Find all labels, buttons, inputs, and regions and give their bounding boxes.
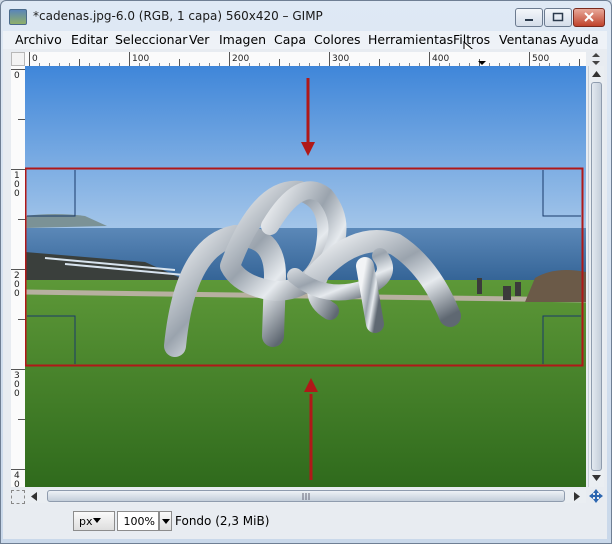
grass-lawn [25,280,586,487]
window-title: *cadenas.jpg-6.0 (RGB, 1 capa) 560x420 –… [33,9,323,23]
vertical-scrollbar[interactable] [588,66,604,487]
vertical-ruler-ticks: 0 100 200 300 40 [11,69,25,487]
svg-text:0: 0 [14,71,20,81]
zoom-input[interactable]: 100% [117,511,159,531]
menu-herramientas[interactable]: Herramientas [368,32,453,47]
menu-bar: Archivo Editar Seleccionar Ver Imagen Ca… [3,31,607,58]
title-bar[interactable]: *cadenas.jpg-6.0 (RGB, 1 capa) 560x420 –… [1,1,611,31]
hruler-label-300: 300 [332,54,349,64]
maximize-icon [552,12,564,22]
horizontal-ruler[interactable]: 0 100 200 300 400 500 [25,52,586,67]
scroll-grip-icon [302,493,310,500]
maximize-button[interactable] [544,8,572,27]
horizontal-scroll-row [3,487,607,505]
minimize-button[interactable] [515,8,543,27]
svg-text:0: 0 [14,480,20,487]
status-bar: px 100% Fondo (2,3 MiB) [3,507,607,537]
chevron-down-icon [93,518,101,523]
hruler-label-100: 100 [132,54,149,64]
zoom-dropdown-button[interactable] [159,511,172,531]
svg-text:0: 0 [14,289,20,299]
menu-ver[interactable]: Ver [189,32,209,47]
menu-imagen[interactable]: Imagen [219,32,266,47]
navigate-icon[interactable] [589,489,603,503]
scroll-up-icon[interactable] [592,70,601,78]
vruler-label-100: 100 [14,171,20,199]
horizontal-scroll-thumb[interactable] [47,490,565,502]
hruler-label-0: 0 [32,54,38,64]
horizontal-ruler-ticks: 0 100 200 300 400 500 [29,52,580,66]
minimize-icon [525,19,533,21]
vruler-label-300: 300 [14,371,20,399]
menu-archivo[interactable]: Archivo [15,32,62,47]
menu-capa[interactable]: Capa [274,32,306,47]
svg-text:0: 0 [14,189,20,199]
scroll-right-icon[interactable] [573,492,581,501]
horizontal-scrollbar[interactable] [25,489,586,503]
hruler-label-500: 500 [532,54,549,64]
vruler-label-0: 0 [14,71,20,81]
vruler-label-400: 40 [14,471,20,487]
canvas-drawing [25,66,586,487]
vertical-ruler[interactable]: 0 100 200 300 40 [11,66,26,487]
menu-ayuda[interactable]: Ayuda [560,32,599,47]
scroll-left-icon[interactable] [30,492,38,501]
close-icon [584,12,594,22]
zoom-to-window-icon[interactable] [589,52,603,66]
close-button[interactable] [573,8,605,27]
menu-ventanas[interactable]: Ventanas [499,32,557,47]
hruler-label-400: 400 [432,54,449,64]
gimp-image-window: *cadenas.jpg-6.0 (RGB, 1 capa) 560x420 –… [0,0,612,544]
sky [25,66,586,238]
vruler-label-200: 200 [14,271,20,299]
scroll-down-icon[interactable] [592,474,601,482]
image-area: 0 100 200 300 400 500 0 1 0 0 2 0 0 3 0 … [3,49,607,539]
svg-text:0: 0 [14,389,20,399]
menu-editar[interactable]: Editar [71,32,108,47]
menu-colores[interactable]: Colores [314,32,361,47]
menu-seleccionar[interactable]: Seleccionar [115,32,187,47]
chevron-down-icon [162,519,170,524]
unit-value: px [79,515,93,528]
vertical-scroll-thumb[interactable] [591,82,602,471]
hruler-label-200: 200 [232,54,249,64]
unit-select[interactable]: px [73,511,115,531]
gimp-app-icon [9,9,27,25]
layer-info: Fondo (2,3 MiB) [175,514,270,528]
quick-mask-icon[interactable] [11,490,25,504]
ruler-corner [11,52,25,66]
image-canvas[interactable] [25,66,586,487]
